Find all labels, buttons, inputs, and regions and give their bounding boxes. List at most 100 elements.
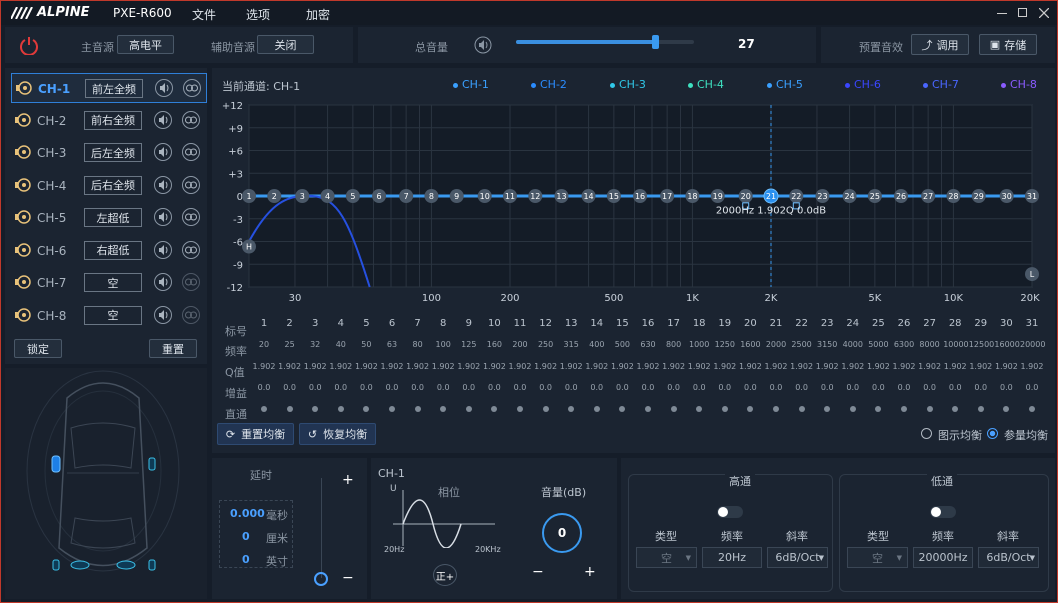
link-icon[interactable] [182,273,200,291]
band-gain[interactable]: 0.0 [790,383,814,392]
band-gain[interactable]: 0.0 [303,383,327,392]
band-frequency[interactable]: 10000 [943,340,968,349]
lpf-marker[interactable]: L [1025,267,1039,282]
band-frequency[interactable]: 5000 [866,340,890,349]
band-gain[interactable]: 0.0 [1020,383,1044,392]
channel-name-field[interactable]: 后左全频 [84,143,142,162]
band-node[interactable]: 24 [842,189,857,203]
band-q[interactable]: 1.902 [482,362,506,371]
band-node[interactable]: 8 [424,189,439,203]
band-node[interactable]: 30 [999,189,1014,203]
band-node[interactable]: 6 [372,189,387,203]
legend-item[interactable]: CH-2 [531,78,567,91]
band-bypass-dot[interactable] [337,406,344,412]
channel-name-field[interactable]: 左超低 [84,208,142,227]
band-frequency[interactable]: 1000 [687,340,711,349]
volume-icon[interactable] [154,143,172,161]
band-bypass-dot[interactable] [670,406,677,412]
band-q[interactable]: 1.902 [329,362,353,371]
band-q[interactable]: 1.902 [841,362,865,371]
band-q[interactable]: 1.902 [969,362,993,371]
master-volume-thumb[interactable] [651,35,659,49]
delay-ms-value[interactable]: 0.000 [230,507,265,520]
link-icon[interactable] [183,79,201,97]
band-gain[interactable]: 0.0 [866,383,890,392]
band-gain[interactable]: 0.0 [457,383,481,392]
band-node[interactable]: 20 [738,189,753,203]
link-icon[interactable] [182,110,200,129]
channel-row[interactable]: CH-4 后右全频 [11,171,207,201]
legend-item[interactable]: CH-8 [1001,78,1037,91]
band-bypass-dot[interactable] [593,406,600,412]
band-gain[interactable]: 0.0 [508,383,532,392]
band-gain[interactable]: 0.0 [738,383,762,392]
channel-row[interactable]: CH-5 左超低 [11,203,207,233]
band-node[interactable]: 28 [946,189,961,203]
band-node[interactable]: 18 [685,189,700,203]
restore-eq-button[interactable]: ↺ 恢复均衡 [299,423,376,445]
band-frequency[interactable]: 16000 [994,340,1019,349]
band-frequency[interactable]: 250 [534,340,558,349]
channel-row[interactable]: CH-3 后左全频 [11,138,207,168]
band-frequency[interactable]: 315 [559,340,583,349]
band-q[interactable]: 1.902 [354,362,378,371]
band-bypass-dot[interactable] [849,406,856,412]
band-frequency[interactable]: 3150 [815,340,839,349]
link-icon[interactable] [182,240,200,259]
band-node[interactable]: 14 [581,189,596,203]
band-frequency[interactable]: 800 [662,340,686,349]
link-icon[interactable] [182,143,200,161]
band-frequency[interactable]: 50 [354,340,378,349]
band-q[interactable]: 1.902 [380,362,404,371]
band-gain[interactable]: 0.0 [815,383,839,392]
band-bypass-dot[interactable] [901,406,907,412]
band-node[interactable]: 31 [1025,189,1039,203]
channel-row[interactable]: CH-1 前左全频 [11,73,207,103]
band-frequency[interactable]: 160 [482,340,506,349]
band-gain[interactable]: 0.0 [969,383,993,392]
band-frequency[interactable]: 1600 [738,340,762,349]
phase-toggle-button[interactable]: 正+ [433,564,457,586]
band-node[interactable]: 11 [503,189,517,203]
band-frequency[interactable]: 100 [431,340,455,349]
band-bypass-dot[interactable] [1003,406,1010,412]
band-gain[interactable]: 0.0 [252,383,276,392]
band-bypass-dot[interactable] [465,406,472,412]
band-frequency[interactable]: 20000 [1020,340,1045,349]
band-bypass-dot[interactable] [414,406,421,412]
band-bypass-dot[interactable] [491,406,498,412]
band-q[interactable]: 1.902 [252,362,276,371]
band-bypass-dot[interactable] [645,406,651,412]
band-frequency[interactable]: 25 [278,340,302,349]
band-frequency[interactable]: 630 [636,340,660,349]
band-q[interactable]: 1.902 [892,362,916,371]
band-node[interactable]: 15 [606,189,621,203]
band-bypass-dot[interactable] [824,406,831,412]
recall-button[interactable]: ⤴ 调用 [911,34,969,55]
band-q[interactable]: 1.902 [943,362,967,371]
channel-name-field[interactable]: 空 [84,273,142,292]
band-bypass-dot[interactable] [568,406,575,412]
band-q[interactable]: 1.902 [1020,362,1044,371]
lowpass-freq-input[interactable]: 20000Hz [913,547,973,568]
band-bypass-dot[interactable] [389,406,395,412]
highpass-freq-input[interactable]: 20Hz [702,547,762,568]
band-bypass-dot[interactable] [542,406,549,412]
channel-name-field[interactable]: 后右全频 [84,175,142,195]
ch3-speaker-icon[interactable] [51,558,61,572]
legend-item[interactable]: CH-7 [923,78,959,91]
legend-item[interactable]: CH-3 [610,78,646,91]
band-q[interactable]: 1.902 [866,362,890,371]
band-frequency[interactable]: 40 [329,340,353,349]
volume-icon[interactable] [154,110,172,129]
channel-row[interactable]: CH-8 空 [11,301,207,331]
band-bypass-dot[interactable] [721,406,728,412]
band-q[interactable]: 1.902 [303,362,327,371]
band-gain[interactable]: 0.0 [431,383,455,392]
lowpass-type-select[interactable]: 空 ▼ [847,547,908,568]
band-q[interactable]: 1.902 [559,362,583,371]
band-bypass-dot[interactable] [773,406,779,412]
aux-source-button[interactable]: 关闭 [257,35,314,54]
band-gain[interactable]: 0.0 [636,383,660,392]
band-bypass-dot[interactable] [440,406,447,412]
